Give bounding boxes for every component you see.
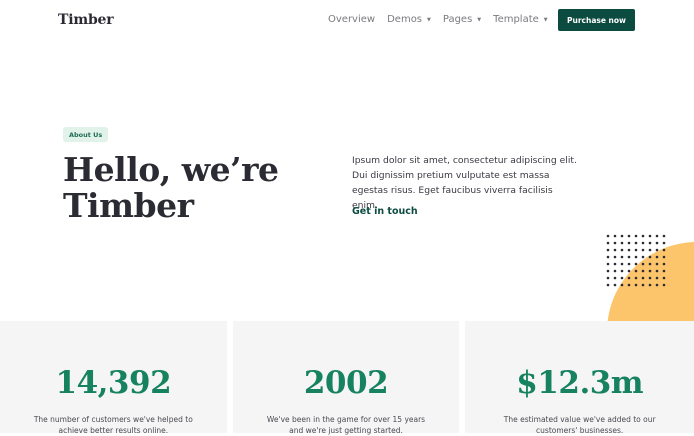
hero-title-line: Hello, we’re [63,150,279,189]
stat-card: 2002 We've been in the game for over 15 … [232,321,460,435]
stat-value: 14,392 [55,365,172,401]
logo[interactable]: Timber [58,12,114,28]
menu-item-label: Overview [328,14,376,25]
hero-description: Ipsum dolor sit amet, consectetur adipis… [352,155,577,211]
stat-card: 14,392 The number of customers we've hel… [0,321,227,435]
caret-down-icon: ▼ [543,16,548,23]
menu-item-demos[interactable]: Demos ▼ [387,14,431,25]
get-in-touch-link[interactable]: Get in touch [352,206,418,217]
hero-title-line: Timber [63,186,194,225]
stat-value: 2002 [303,365,389,401]
dot-pattern-icon [606,234,666,287]
caret-down-icon: ▼ [427,16,431,23]
menu-item-overview[interactable]: Overview [328,14,375,25]
menu-item-pages[interactable]: Pages ▼ [443,14,481,25]
hero-title: Hello, we’re Timber [63,152,279,224]
purchase-button[interactable]: Purchase now [558,9,635,31]
menu-item-template[interactable]: Template ▼ [493,14,548,25]
stats-section: 14,392 The number of customers we've hel… [0,321,694,435]
section-badge: About Us [63,127,109,142]
stat-card: $12.3m The estimated value we've added t… [465,321,694,435]
menu-item-label: Template [493,14,539,25]
menu-item-label: Pages [442,14,473,25]
stat-value: $12.3m [516,365,644,401]
hero-area: Timber Overview Demos ▼ Pages ▼ Template… [0,0,694,321]
top-navigation: Timber Overview Demos ▼ Pages ▼ Template… [0,0,694,40]
menu-item-label: Demos [387,14,423,25]
caret-down-icon: ▼ [477,16,482,23]
main-menu: Overview Demos ▼ Pages ▼ Template ▼ [328,14,560,25]
